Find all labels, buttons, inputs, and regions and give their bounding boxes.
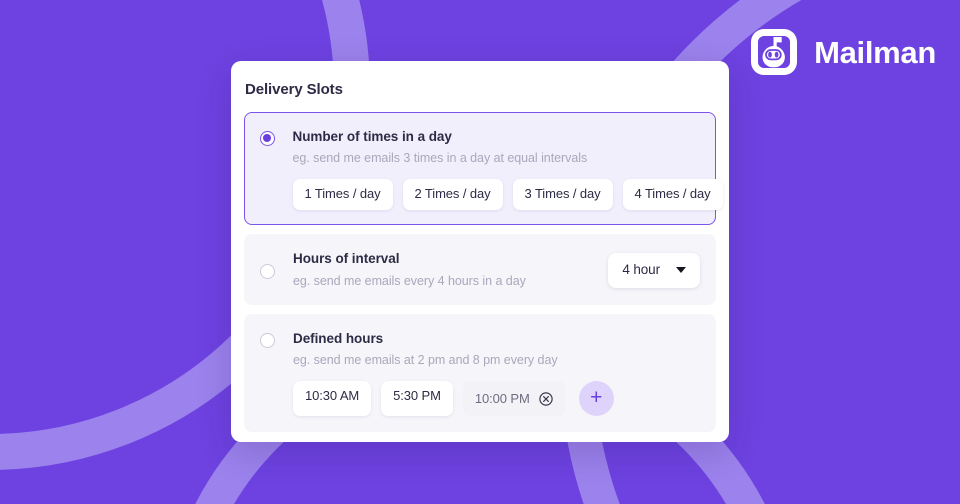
option-number-of-times[interactable]: Number of times in a day eg. send me ema… (244, 112, 723, 226)
chip-time-1000pm[interactable]: 10:00 PM (462, 381, 565, 417)
radio-unselected-icon[interactable] (260, 332, 275, 348)
option-title: Number of times in a day (292, 128, 452, 144)
brand-logo: Mailman (748, 26, 936, 78)
chip-2-times-day[interactable]: 2 Times / day (402, 179, 503, 210)
option-title: Defined hours (293, 330, 384, 346)
delivery-slots-card: Delivery Slots Number of times in a day … (231, 61, 729, 442)
option-description: eg. send me emails at 2 pm and 8 pm ever… (293, 353, 558, 368)
select-value: 4 hour (622, 261, 660, 277)
plus-icon: + (590, 386, 603, 410)
hours-interval-select[interactable]: 4 hour (608, 252, 700, 288)
brand-name: Mailman (814, 34, 936, 70)
radio-unselected-icon[interactable] (260, 263, 275, 279)
radio-selected-icon[interactable] (259, 130, 275, 146)
defined-hours-chip-row: 10:30 AM 5:30 PM 10:00 PM + (293, 381, 700, 417)
times-per-day-chip-row: 1 Times / day 2 Times / day 3 Times / da… (292, 179, 723, 210)
chip-1-times-day[interactable]: 1 Times / day (292, 179, 393, 210)
chip-label: 10:00 PM (474, 390, 530, 406)
chevron-down-icon (676, 267, 686, 274)
circle-close-icon[interactable] (539, 392, 553, 406)
option-hours-of-interval[interactable]: Hours of interval eg. send me emails eve… (244, 234, 716, 305)
chip-time-530pm[interactable]: 5:30 PM (381, 381, 453, 417)
option-description: eg. send me emails every 4 hours in a da… (293, 273, 526, 288)
mailman-bot-logo-icon (751, 29, 798, 75)
chip-time-1030am[interactable]: 10:30 AM (293, 381, 372, 417)
option-description: eg. send me emails 3 times in a day at e… (292, 151, 588, 166)
option-title: Hours of interval (293, 251, 400, 267)
chip-3-times-day[interactable]: 3 Times / day (512, 179, 613, 210)
chip-4-times-day[interactable]: 4 Times / day (622, 179, 723, 210)
page-title: Delivery Slots (245, 81, 343, 98)
add-time-button[interactable]: + (578, 381, 614, 417)
option-defined-hours[interactable]: Defined hours eg. send me emails at 2 pm… (244, 313, 716, 433)
